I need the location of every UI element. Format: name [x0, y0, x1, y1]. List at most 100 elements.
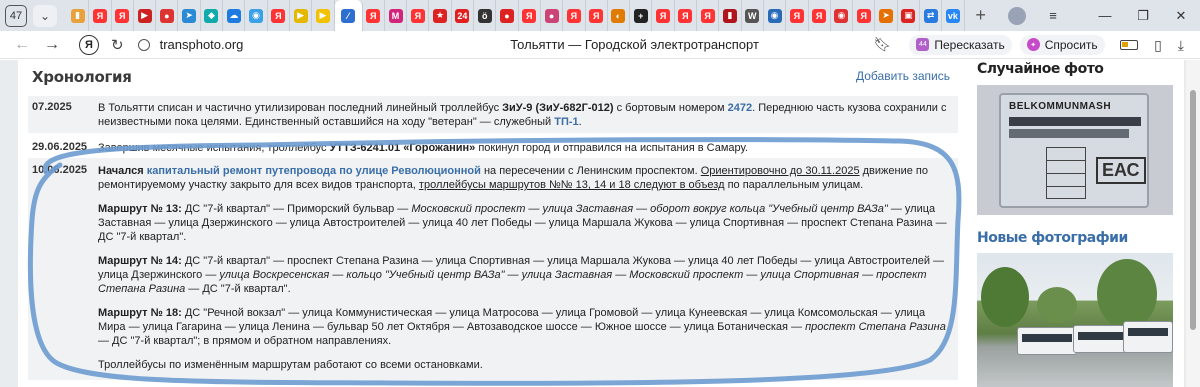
browser-tab[interactable]: ▮: [719, 0, 742, 31]
browser-tab[interactable]: ◉: [831, 0, 854, 31]
add-entry-link[interactable]: Добавить запись: [856, 69, 950, 83]
browser-tab[interactable]: Я: [809, 0, 831, 31]
collections-icon[interactable]: ▯: [1154, 37, 1162, 54]
ask-label: Спросить: [1044, 37, 1098, 52]
browser-tab[interactable]: ö: [474, 0, 497, 31]
browser-tab[interactable]: Я: [697, 0, 720, 31]
drop-icon: ◆: [204, 8, 219, 23]
yandex-icon: Я: [700, 8, 715, 23]
browser-tab[interactable]: ➤: [178, 0, 201, 31]
yandex-icon: Я: [271, 8, 286, 23]
browser-tab[interactable]: ◆: [201, 0, 224, 31]
video-icon: ▶: [137, 8, 152, 23]
page-title: Тольятти — Городской электротранспорт: [510, 37, 759, 52]
browser-tab[interactable]: vk: [942, 0, 965, 31]
new-photo[interactable]: [977, 253, 1173, 387]
close-icon[interactable]: ✕: [1162, 8, 1200, 24]
forward-button[interactable]: →: [37, 36, 67, 54]
browser-tab[interactable]: Я: [786, 0, 809, 31]
tree: [981, 267, 1029, 327]
tree: [1097, 259, 1157, 329]
ask-button[interactable]: ✦ Спросить: [1019, 34, 1105, 55]
browser-tab[interactable]: ➤: [875, 0, 898, 31]
bookmark-icon[interactable]: 🔖︎: [874, 36, 892, 53]
browser-tab[interactable]: ☁: [223, 0, 246, 31]
back-button[interactable]: ←: [7, 36, 37, 54]
main-content: Хронология Добавить запись 07.2025 В Тол…: [18, 60, 964, 387]
reload-icon[interactable]: ↻: [111, 36, 124, 54]
chevron-down-icon[interactable]: ⌄: [33, 4, 57, 27]
browser-tab[interactable]: Я: [853, 0, 876, 31]
eac-mark: ЕАС: [1096, 157, 1146, 184]
service-vehicle-link[interactable]: ТП-1: [554, 116, 578, 128]
minimize-button[interactable]: —: [1086, 8, 1124, 23]
browser-tab[interactable]: ▶: [290, 0, 313, 31]
yandex-icon: Я: [115, 8, 130, 23]
route-13: Маршрут № 13: ДС "7-й квартал" — Приморс…: [98, 203, 947, 243]
play-icon: ▶: [315, 8, 330, 23]
mail-icon: M: [388, 8, 403, 23]
summarize-button[interactable]: 44 Пересказать: [909, 34, 1012, 55]
browser-tab[interactable]: ▣: [898, 0, 920, 31]
vehicle-number-link[interactable]: 2472: [728, 102, 752, 114]
browser-tab[interactable]: ◐: [608, 0, 631, 31]
browser-tab[interactable]: ⁄: [334, 0, 363, 31]
browser-tab[interactable]: ●: [541, 0, 564, 31]
random-photo[interactable]: BELKOMMUNMASH ЕАС: [977, 85, 1173, 215]
media-icon: ◐: [611, 8, 626, 23]
plate-bar: [1009, 129, 1129, 138]
browser-tab[interactable]: Я: [586, 0, 608, 31]
browser-tab[interactable]: Я: [89, 0, 112, 31]
new-tab-button[interactable]: +: [971, 5, 991, 26]
scrollbar-thumb[interactable]: [1190, 90, 1196, 330]
browser-tab[interactable]: ●: [156, 0, 179, 31]
yandex-icon: Я: [92, 8, 107, 23]
random-photo-title: Случайное фото: [977, 61, 1104, 77]
new-photos-title[interactable]: Новые фотографии: [977, 230, 1128, 246]
trolleybus: [1073, 325, 1129, 353]
yandex-icon: Я: [789, 8, 804, 23]
downloads-icon[interactable]: ⤓: [1178, 37, 1184, 54]
profile-avatar[interactable]: [1008, 6, 1026, 25]
browser-tab[interactable]: 24: [452, 0, 475, 31]
browser-tab[interactable]: ◉: [764, 0, 787, 31]
entry-footer: Троллейбусы по изменённым маршрутам рабо…: [98, 359, 483, 371]
scrollbar[interactable]: [1186, 60, 1200, 387]
browser-tab[interactable]: Я: [112, 0, 134, 31]
url-field[interactable]: transphoto.org: [160, 37, 400, 52]
browser-tab[interactable]: ▮: [67, 0, 90, 31]
browser-tab[interactable]: W: [742, 0, 764, 31]
plus-icon: +: [633, 8, 648, 23]
timeline-entry: 10.06.2025 Начался капитальный ремонт пу…: [28, 158, 958, 380]
browser-tab[interactable]: Я: [268, 0, 290, 31]
browser-tab[interactable]: ◉: [245, 0, 268, 31]
browser-tab[interactable]: Я: [407, 0, 430, 31]
tab-count-button[interactable]: 47: [5, 4, 27, 27]
yandex-icon: Я: [856, 8, 871, 23]
browser-tab[interactable]: Я: [363, 0, 385, 31]
repair-link[interactable]: капитальный ремонт путепровода по улице …: [147, 165, 481, 177]
page-area: Хронология Добавить запись 07.2025 В Тол…: [0, 60, 1200, 387]
browser-tab[interactable]: ●: [496, 0, 519, 31]
site-info-icon[interactable]: [137, 38, 150, 51]
browser-tab[interactable]: ▶: [312, 0, 335, 31]
yandex-icon[interactable]: Я: [79, 34, 99, 55]
browser-tab[interactable]: ▶: [134, 0, 157, 31]
browser-tab[interactable]: ★: [429, 0, 452, 31]
menu-icon[interactable]: ≡: [1034, 8, 1072, 23]
browser-tab[interactable]: M: [385, 0, 408, 31]
browser-tab[interactable]: Я: [563, 0, 586, 31]
browser-tab[interactable]: Я: [652, 0, 675, 31]
browser-tab[interactable]: Я: [519, 0, 541, 31]
entry-text: Завершив месячные испытания, троллейбус …: [98, 142, 748, 154]
browser-tab[interactable]: +: [630, 0, 653, 31]
browser-tab[interactable]: Я: [675, 0, 698, 31]
restore-button[interactable]: ❐: [1124, 8, 1162, 24]
bookmark-icon: ▮: [70, 8, 85, 23]
tab-list: ▮ Я Я ▶ ● ➤ ◆ ☁ ◉ Я ▶ ▶ ⁄ Я M Я ★ 24 ö ● Я ● Я Я ◐ + Я Я Я ▮ W ◉ Я Я ◉ Я ➤ ▣ ⇄…: [67, 0, 965, 31]
eye-icon: ◉: [834, 8, 849, 23]
window-controls: ≡ — ❐ ✕: [1008, 0, 1200, 31]
vk-icon: vk: [945, 8, 960, 23]
cloud-icon: ☁: [226, 8, 241, 23]
browser-tab[interactable]: ⇄: [920, 0, 943, 31]
